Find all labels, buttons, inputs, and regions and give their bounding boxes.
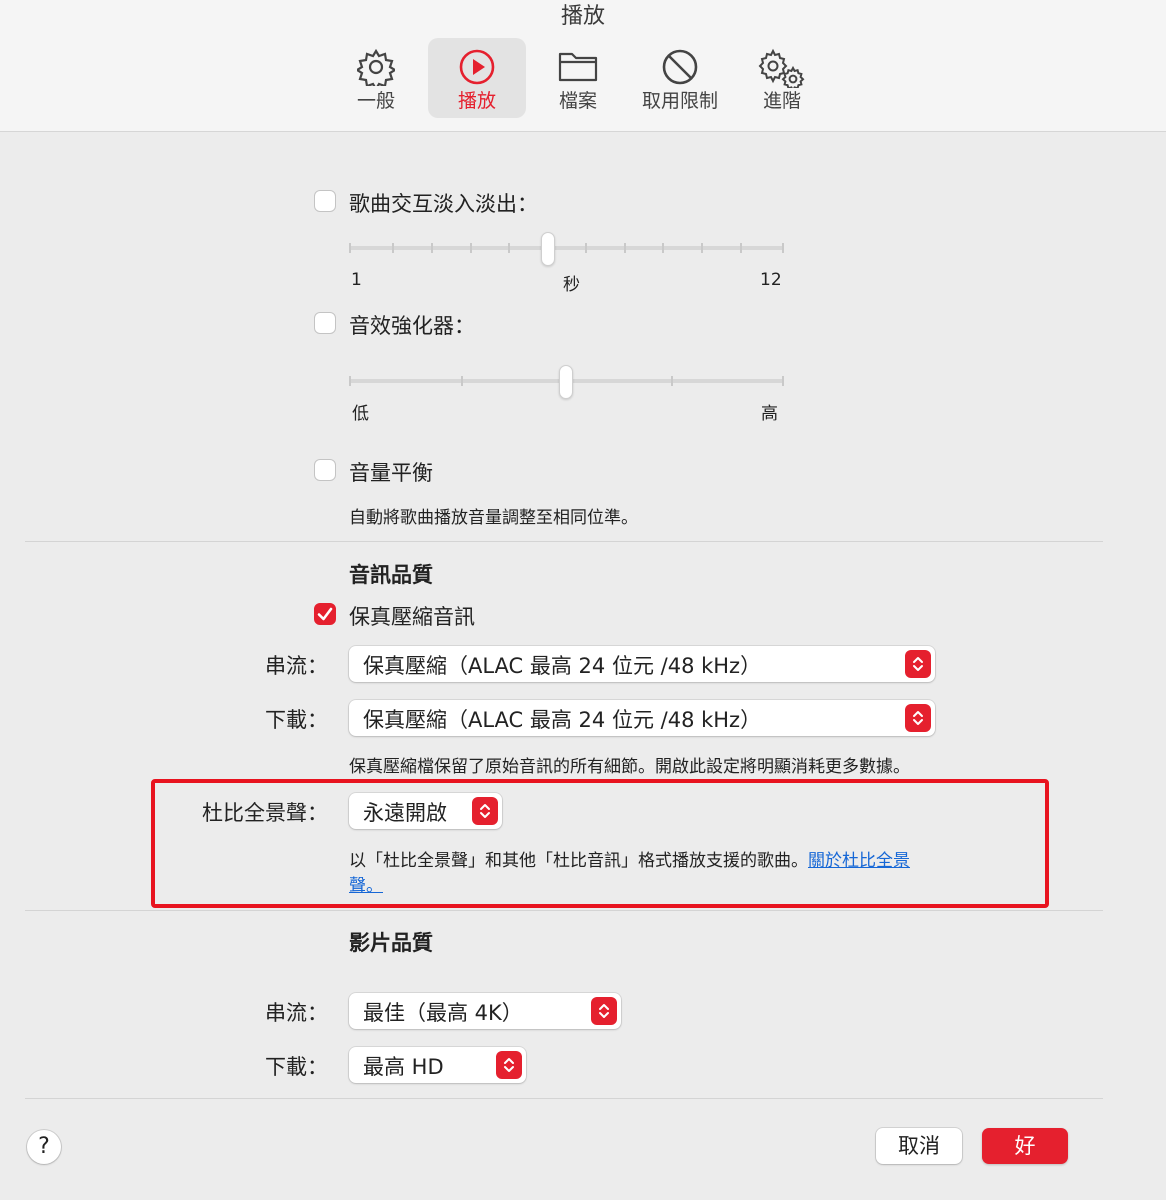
slider-tick <box>585 243 587 253</box>
crossfade-min-label: 1 <box>351 270 362 290</box>
divider <box>25 1098 1103 1099</box>
about-dolby-atmos-link-continued[interactable]: 聲。 <box>349 876 383 896</box>
tab-playback-label: 播放 <box>457 90 496 112</box>
dolby-atmos-description: 以「杜比全景聲」和其他「杜比音訊」格式播放支援的歌曲。 <box>349 851 808 871</box>
audio-download-select[interactable]: 保真壓縮（ALAC 最高 24 位元 /48 kHz） <box>349 700 935 736</box>
dolby-atmos-select[interactable]: 永遠開啟 <box>349 793 502 829</box>
sound-check-label: 音量平衡 <box>349 461 433 485</box>
ok-button[interactable]: 好 <box>982 1128 1068 1164</box>
tab-restrictions[interactable]: 取用限制 <box>630 38 730 118</box>
video-streaming-select[interactable]: 最佳（最高 4K） <box>349 993 621 1029</box>
gear-icon <box>357 48 395 86</box>
audio-download-label: 下載： <box>265 708 328 732</box>
video-download-select[interactable]: 最高 HD <box>349 1047 526 1083</box>
cancel-button[interactable]: 取消 <box>876 1128 962 1164</box>
crossfade-checkbox[interactable] <box>314 190 336 212</box>
video-quality-heading: 影片品質 <box>349 931 433 955</box>
video-download-label: 下載： <box>265 1055 328 1079</box>
audio-streaming-label: 串流： <box>265 654 328 678</box>
dolby-atmos-link-line: 聲。 <box>349 871 383 896</box>
video-streaming-value: 最佳（最高 4K） <box>363 1001 523 1025</box>
slider-tick <box>740 243 742 253</box>
crossfade-label: 歌曲交互淡入淡出： <box>349 192 538 216</box>
dolby-atmos-description-line: 以「杜比全景聲」和其他「杜比音訊」格式播放支援的歌曲。關於杜比全景 <box>349 846 910 871</box>
video-download-value: 最高 HD <box>363 1055 444 1079</box>
slider-tick <box>671 376 673 386</box>
toolbar: 播放 一般 播放 檔案 取用限制 進階 <box>0 0 1166 132</box>
sound-enhancer-checkbox[interactable] <box>314 312 336 334</box>
audio-streaming-value: 保真壓縮（ALAC 最高 24 位元 /48 kHz） <box>363 654 762 678</box>
slider-tick <box>470 243 472 253</box>
video-streaming-label: 串流： <box>265 1001 328 1025</box>
lossless-note: 保真壓縮檔保留了原始音訊的所有細節。開啟此設定將明顯消耗更多數據。 <box>349 757 910 777</box>
help-button[interactable]: ? <box>27 1130 61 1164</box>
dolby-atmos-value: 永遠開啟 <box>363 801 447 825</box>
tab-general-label: 一般 <box>356 90 395 112</box>
chevron-up-down-icon <box>496 1051 522 1079</box>
chevron-up-down-icon <box>905 650 931 678</box>
sound-enhancer-slider-knob[interactable] <box>559 365 573 399</box>
sound-enhancer-low-label: 低 <box>352 404 369 424</box>
chevron-up-down-icon <box>472 797 498 825</box>
slider-tick <box>782 243 784 253</box>
slider-tick <box>508 243 510 253</box>
slider-tick <box>701 243 703 253</box>
slider-tick <box>782 376 784 386</box>
audio-streaming-select[interactable]: 保真壓縮（ALAC 最高 24 位元 /48 kHz） <box>349 646 935 682</box>
gears-icon <box>758 48 805 88</box>
slider-tick <box>392 243 394 253</box>
lossless-checkbox[interactable] <box>314 603 336 625</box>
dolby-atmos-label: 杜比全景聲： <box>202 801 328 825</box>
tab-files[interactable]: 檔案 <box>530 38 626 118</box>
crossfade-unit-label: 秒 <box>563 275 580 295</box>
sound-check-checkbox[interactable] <box>314 459 336 481</box>
prohibited-icon <box>662 49 698 85</box>
folder-icon <box>558 52 598 82</box>
lossless-label: 保真壓縮音訊 <box>349 605 475 629</box>
crossfade-slider-track <box>349 246 784 250</box>
sound-check-description: 自動將歌曲播放音量調整至相同位準。 <box>349 508 638 528</box>
sound-enhancer-label: 音效強化器： <box>349 314 475 338</box>
crossfade-max-label: 12 <box>760 270 782 290</box>
audio-quality-heading: 音訊品質 <box>349 563 433 587</box>
slider-tick <box>662 243 664 253</box>
divider <box>25 910 1103 911</box>
tab-advanced[interactable]: 進階 <box>736 38 828 118</box>
tab-files-label: 檔案 <box>558 90 597 112</box>
slider-tick <box>431 243 433 253</box>
chevron-up-down-icon <box>905 704 931 732</box>
crossfade-slider-knob[interactable] <box>541 232 555 266</box>
window-title: 播放 <box>560 4 605 29</box>
tab-advanced-label: 進階 <box>762 90 801 112</box>
tab-playback[interactable]: 播放 <box>428 38 526 118</box>
slider-tick <box>624 243 626 253</box>
slider-tick <box>349 376 351 386</box>
divider <box>25 541 1103 542</box>
slider-tick <box>349 243 351 253</box>
checkmark-icon <box>317 607 333 621</box>
slider-tick <box>461 376 463 386</box>
about-dolby-atmos-link[interactable]: 關於杜比全景 <box>808 851 910 871</box>
tab-restrictions-label: 取用限制 <box>641 90 718 112</box>
play-circle-icon <box>459 49 495 85</box>
chevron-up-down-icon <box>591 997 617 1025</box>
sound-enhancer-high-label: 高 <box>761 404 778 424</box>
audio-download-value: 保真壓縮（ALAC 最高 24 位元 /48 kHz） <box>363 708 762 732</box>
tab-general[interactable]: 一般 <box>330 38 422 118</box>
